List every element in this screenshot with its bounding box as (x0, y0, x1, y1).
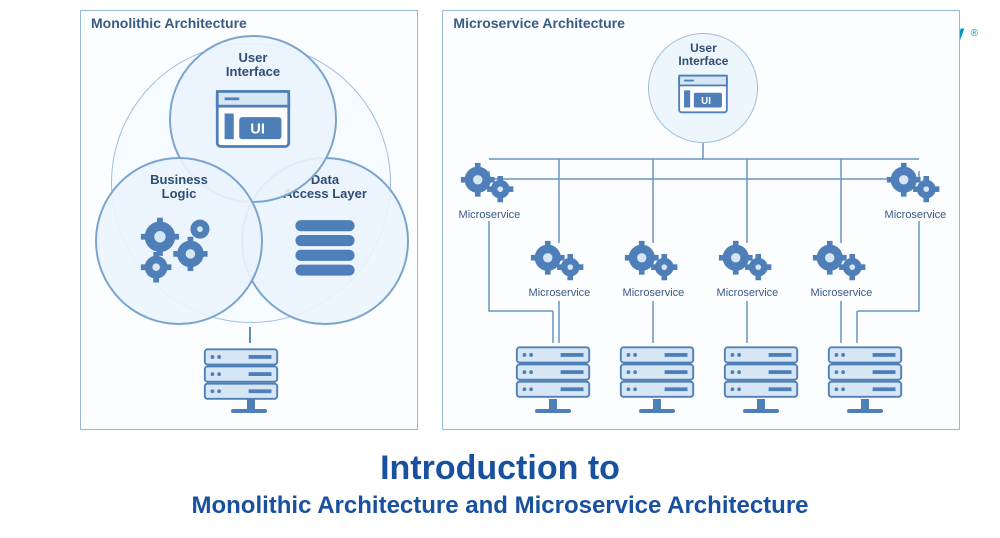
registered-mark: ® (971, 28, 978, 39)
server-foot (847, 409, 883, 413)
microservice-label: Microservice (873, 209, 957, 221)
microservice-label: Microservice (705, 287, 789, 299)
gears-icon (623, 239, 683, 285)
monolithic-body: User Interface UI Data Access Layer (81, 11, 417, 429)
footer: Introduction to Monolithic Architecture … (0, 449, 1000, 520)
server-foot (231, 409, 267, 413)
gears-icon (131, 212, 227, 292)
gears-icon (459, 161, 519, 207)
business-logic-circle: Business Logic (95, 157, 263, 325)
footer-title: Introduction to (0, 449, 1000, 488)
microservice-ui-circle: User Interface UI (648, 33, 758, 143)
database-icon (288, 216, 362, 278)
svg-text:UI: UI (702, 96, 712, 107)
ui-label: User Interface (226, 51, 280, 80)
microservice-node: Microservice (611, 239, 695, 299)
microservice-label: Microservice (799, 287, 883, 299)
microservice-node: Microservice (447, 161, 531, 221)
server-foot (535, 409, 571, 413)
monolithic-panel: Monolithic Architecture User Interface U… (80, 10, 418, 430)
microservice-label: Microservice (447, 209, 531, 221)
server-foot (639, 409, 675, 413)
ui-badge-text: UI (250, 121, 265, 137)
window-icon: UI (211, 86, 295, 152)
microservice-node: Microservice (873, 161, 957, 221)
server-connector-line (249, 327, 251, 343)
server-icon (201, 343, 281, 409)
server-stand (757, 399, 765, 409)
server-foot (743, 409, 779, 413)
gears-cluster (131, 212, 227, 292)
server-stand (653, 399, 661, 409)
venn-diagram: User Interface UI Data Access Layer (99, 39, 403, 329)
server-row (513, 341, 905, 412)
footer-subtitle: Monolithic Architecture and Microservice… (0, 492, 1000, 520)
server-icon (721, 341, 801, 412)
server-stand (861, 399, 869, 409)
gears-icon (811, 239, 871, 285)
microservice-ui-label: User Interface (678, 42, 728, 68)
microservice-node: Microservice (799, 239, 883, 299)
gears-icon (529, 239, 589, 285)
gears-icon (885, 161, 945, 207)
microservice-node: Microservice (705, 239, 789, 299)
monolithic-server (201, 343, 301, 414)
server-icon (617, 341, 697, 412)
gears-icon (717, 239, 777, 285)
server-stand (549, 399, 557, 409)
window-icon: UI (674, 72, 732, 116)
microservice-panel: Microservice Architecture (442, 10, 960, 430)
microservice-node: Microservice (517, 239, 601, 299)
server-icon (825, 341, 905, 412)
microservice-label: Microservice (611, 287, 695, 299)
server-icon (513, 341, 593, 412)
microservice-body: User Interface UI Microservice (443, 11, 959, 429)
server-stand (247, 399, 255, 409)
microservice-label: Microservice (517, 287, 601, 299)
business-logic-label: Business Logic (150, 173, 208, 202)
diagram-row: Monolithic Architecture User Interface U… (0, 0, 1000, 430)
